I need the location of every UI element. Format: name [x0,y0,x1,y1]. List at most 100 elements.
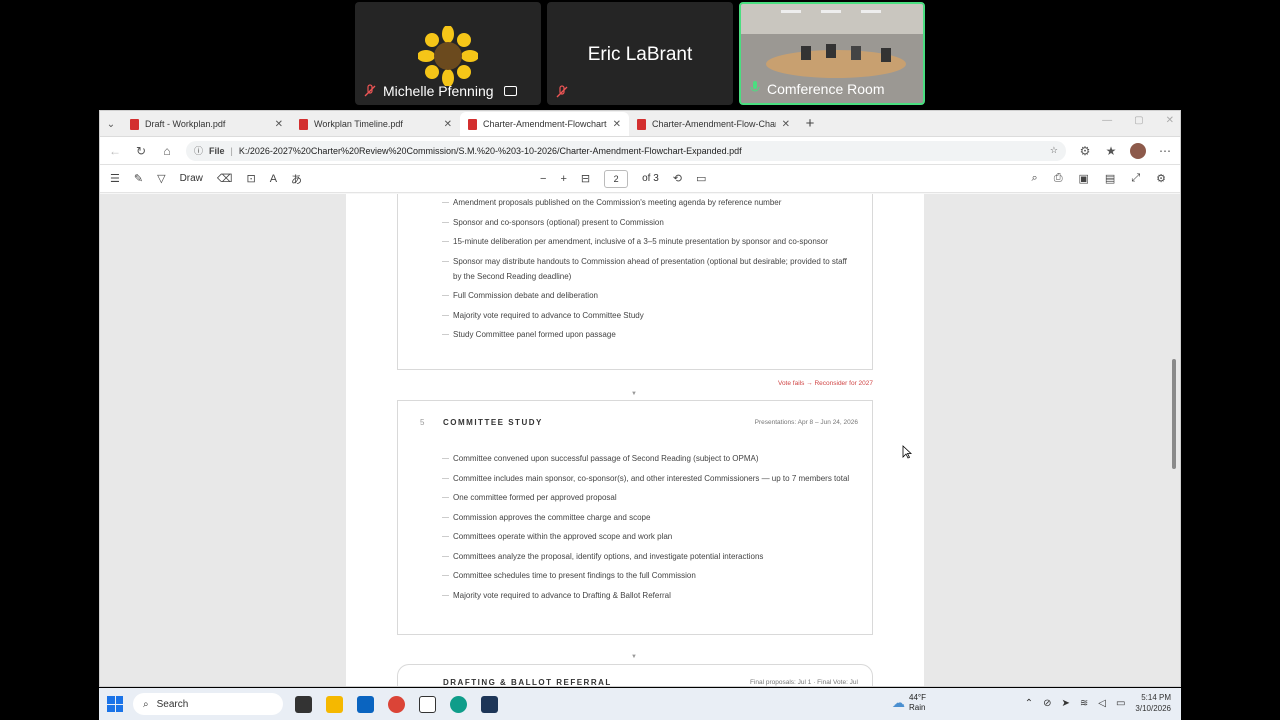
draw-pen-icon[interactable]: ▽ [157,172,165,185]
tab-actions-chevron-icon[interactable]: ⌄ [100,112,122,136]
fit-page-icon[interactable]: ⊟ [581,172,590,185]
committee-study-list: Committee convened upon successful passa… [398,401,872,603]
list-item: Commission approves the committee charge… [442,510,854,525]
clock[interactable]: 5:14 PM 3/10/2026 [1135,692,1171,714]
volume-muted-icon[interactable]: ◁ [1098,698,1106,709]
list-item: Committee schedules time to present find… [442,568,854,583]
rotate-icon[interactable]: ⟲ [673,172,682,185]
committee-study-card: 5 COMMITTEE STUDY Presentations: Apr 8 –… [397,400,873,635]
participant-tile-michelle[interactable]: Michelle Pfenning [355,2,541,105]
windows-start-icon[interactable] [107,696,123,712]
url-separator: | [230,145,233,156]
refresh-icon[interactable]: ↻ [134,144,148,158]
mic-muted-icon[interactable]: ⊘ [1043,698,1051,709]
list-item: Committee includes main sponsor, co-spon… [442,471,854,486]
tab-workplan-timeline[interactable]: Workplan Timeline.pdf ✕ [291,112,460,136]
vote-fails-note: Vote fails → Reconsider for 2027 [777,380,873,387]
participant-tile-eric[interactable]: Eric LaBrant [547,2,733,105]
save-as-icon[interactable]: ▤ [1105,172,1115,185]
translate-icon[interactable]: あ [291,171,302,187]
list-item: Majority vote required to advance to Dra… [442,588,854,603]
pdf-icon [637,118,646,130]
read-aloud-icon[interactable]: A [270,173,277,185]
back-arrow-icon[interactable]: ← [108,144,122,158]
save-icon[interactable]: ▣ [1079,172,1089,185]
edge-icon[interactable] [450,695,467,713]
app-checkbox-icon[interactable] [419,695,436,713]
eraser-icon[interactable]: ⌫ [217,172,233,185]
list-item: Majority vote required to advance to Com… [442,308,854,323]
pdf-icon [130,118,139,130]
highlight-icon[interactable]: ✎ [134,172,143,185]
close-tab-icon[interactable]: ✕ [613,119,621,130]
second-reading-list: Amendment proposals published on the Com… [398,194,872,342]
file-explorer-icon[interactable] [326,695,343,713]
pdf-page: Amendment proposals published on the Com… [346,194,924,686]
fullscreen-icon[interactable]: ⤢ [1131,172,1140,185]
pdf-toolbar: ☰ ✎ ▽ Draw ⌫ ⊡ A あ − + ⊟ 2 of 3 ⟲ ▭ ⌕ ⎙ [100,165,1180,193]
new-tab-button[interactable]: + [798,112,822,136]
favorites-icon[interactable]: ★ [1104,144,1118,158]
print-icon[interactable]: ⎙ [1054,172,1063,185]
tab-charter-flow-chart[interactable]: Charter-Amendment-Flow-Chart.p ✕ [629,112,798,136]
step-dates: Final proposals: Jul 1 · Final Vote: Jul [749,679,858,686]
chrome-icon[interactable] [388,695,405,713]
wifi-icon[interactable]: ≋ [1080,698,1088,709]
tab-charter-flowchart-expanded[interactable]: Charter-Amendment-Flowchart-E ✕ [460,112,629,136]
outlook-icon[interactable] [357,695,374,713]
search-icon[interactable]: ⌕ [1032,172,1038,185]
page-number-input[interactable]: 2 [604,169,629,188]
task-view-icon[interactable] [295,695,312,713]
webex-icon[interactable] [481,695,498,713]
location-icon[interactable]: ➤ [1061,698,1069,709]
screen: Michelle Pfenning Eric LaBrant Comferenc… [0,0,1280,720]
text-box-icon[interactable]: ⊡ [246,172,255,185]
list-item: Committee convened upon successful passa… [442,451,854,466]
weather-widget[interactable]: ☁ 44°F Rain [892,693,926,713]
maximize-icon[interactable]: ▢ [1134,115,1143,126]
contents-list-icon[interactable]: ☰ [110,172,120,185]
chevron-up-icon[interactable]: ⌃ [1025,698,1033,709]
extensions-icon[interactable]: ⚙ [1078,144,1092,158]
battery-icon[interactable]: ▭ [1116,698,1125,709]
step-title: COMMITTEE STUDY [443,418,543,427]
participant-name-large: Eric LaBrant [587,44,693,65]
taskbar-search[interactable]: ⌕ Search [133,693,283,715]
tab-label: Draft - Workplan.pdf [145,119,226,129]
url-field[interactable]: ⓘ File | K:/2026-2027%20Charter%20Review… [186,140,1066,161]
zoom-out-icon[interactable]: − [540,173,546,185]
mic-muted-icon [555,85,569,99]
url-scheme: File [209,145,225,156]
scrollbar-thumb[interactable] [1172,359,1176,469]
scrollbar[interactable] [1170,194,1178,686]
tab-draft-workplan[interactable]: Draft - Workplan.pdf ✕ [122,112,291,136]
favorite-star-icon[interactable]: ☆ [1050,145,1058,156]
step-number: 5 [420,418,425,427]
zoom-in-icon[interactable]: + [560,173,566,185]
pdf-viewer[interactable]: Amendment proposals published on the Com… [100,194,1180,686]
mic-active-icon [749,80,761,97]
home-icon[interactable]: ⌂ [160,144,174,158]
tab-label: Charter-Amendment-Flow-Chart.p [652,119,776,129]
step-title: DRAFTING & BALLOT REFERRAL [443,678,612,686]
second-reading-card: Amendment proposals published on the Com… [397,194,873,370]
sunflower-avatar [418,26,478,86]
list-item: Committees analyze the proposal, identif… [442,549,854,564]
weather-temp: 44°F [909,693,926,702]
mic-muted-icon [363,84,377,98]
settings-gear-icon[interactable]: ⚙ [1156,172,1166,185]
participant-tile-room[interactable]: Comference Room [739,2,925,105]
list-item: One committee formed per approved propos… [442,490,854,505]
page-view-icon[interactable]: ▭ [696,172,706,185]
window-controls: — ▢ ✕ [1102,115,1174,126]
more-menu-icon[interactable]: ⋯ [1158,144,1172,158]
close-tab-icon[interactable]: ✕ [444,119,452,130]
close-tab-icon[interactable]: ✕ [275,119,283,130]
list-item: Study Committee panel formed upon passag… [442,327,854,342]
close-tab-icon[interactable]: ✕ [782,119,790,130]
profile-avatar[interactable] [1130,142,1146,159]
list-item: Sponsor may distribute handouts to Commi… [442,254,854,284]
draw-button[interactable]: Draw [180,173,203,184]
close-window-icon[interactable]: ✕ [1166,115,1174,126]
minimize-icon[interactable]: — [1102,115,1112,126]
